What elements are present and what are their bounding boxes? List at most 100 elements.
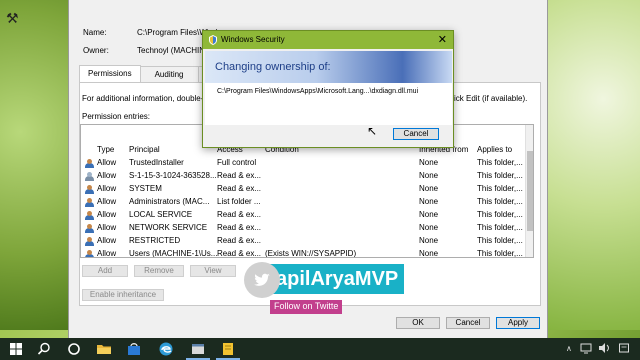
apply-button[interactable]: Apply xyxy=(496,317,540,329)
row-inherited: None xyxy=(419,210,439,219)
tray-chevron-icon[interactable]: ∧ xyxy=(566,344,572,353)
row-inherited: None xyxy=(419,184,439,193)
twitter-watermark: apilAryaMVP xyxy=(244,262,462,298)
table-row[interactable]: Allow Users (MACHINE-1\Us... Read & ex..… xyxy=(81,248,527,258)
table-row[interactable]: Allow TrustedInstaller Full control None… xyxy=(81,157,527,170)
table-row[interactable]: Allow SYSTEM Read & ex... None This fold… xyxy=(81,183,527,196)
row-inherited: None xyxy=(419,223,439,232)
add-button[interactable]: Add xyxy=(82,265,128,277)
tab-permissions[interactable]: Permissions xyxy=(79,65,141,82)
user-group-icon xyxy=(85,250,95,257)
row-access: Read & ex... xyxy=(217,223,262,232)
store-icon[interactable] xyxy=(126,341,142,357)
volume-icon[interactable] xyxy=(598,342,610,354)
column-principal[interactable]: Principal xyxy=(129,145,160,154)
column-applies-to[interactable]: Applies to xyxy=(477,145,512,154)
tab-strip: Permissions Auditing E xyxy=(79,65,221,83)
row-applies: This folder,... xyxy=(477,249,523,258)
table-row[interactable]: Allow LOCAL SERVICE Read & ex... None Th… xyxy=(81,209,527,222)
row-inherited: None xyxy=(419,171,439,180)
tab-auditing[interactable]: Auditing xyxy=(139,66,199,82)
desktop-tool-icon: ⚒ xyxy=(6,10,19,26)
windows-security-dialog: Windows Security ✕ Changing ownership of… xyxy=(202,30,454,148)
dialog-cancel-button[interactable]: Cancel xyxy=(393,128,439,140)
table-row[interactable]: Allow RESTRICTED Read & ex... None This … xyxy=(81,235,527,248)
row-type: Allow xyxy=(97,249,117,258)
table-row[interactable]: Allow Administrators (MAC... List folder… xyxy=(81,196,527,209)
row-inherited: None xyxy=(419,249,439,258)
file-explorer-icon[interactable] xyxy=(96,341,112,357)
row-applies: This folder,... xyxy=(477,210,523,219)
table-row[interactable]: Allow S-1-15-3-1024-363528... Read & ex.… xyxy=(81,170,527,183)
watermark-name: apilAryaMVP xyxy=(270,264,405,294)
user-group-icon xyxy=(85,159,95,168)
windows-start-icon[interactable] xyxy=(8,341,24,357)
table-row[interactable]: Allow NETWORK SERVICE Read & ex... None … xyxy=(81,222,527,235)
row-inherited: None xyxy=(419,236,439,245)
cancel-button[interactable]: Cancel xyxy=(446,317,490,329)
row-principal: NETWORK SERVICE xyxy=(129,223,208,232)
row-type: Allow xyxy=(97,184,117,193)
user-group-icon xyxy=(85,198,95,207)
dialog-heading: Changing ownership of: xyxy=(215,61,331,73)
watermark-follow-text: Follow on Twitte xyxy=(270,300,343,314)
dialog-file-path: C:\Program Files\WindowsApps\Microsoft.L… xyxy=(217,88,419,95)
mouse-pointer-icon: ↖ xyxy=(367,124,378,138)
close-icon[interactable]: ✕ xyxy=(438,33,447,46)
row-access: List folder ... xyxy=(217,197,261,206)
row-access: Read & ex... xyxy=(217,236,262,245)
row-principal: RESTRICTED xyxy=(129,236,181,245)
row-condition: (Exists WIN://SYSAPPID) xyxy=(265,249,357,258)
row-applies: This folder,... xyxy=(477,223,523,232)
row-access: Read & ex... xyxy=(217,171,262,180)
info-text: For additional information, double-c xyxy=(82,94,208,103)
row-type: Allow xyxy=(97,236,117,245)
name-label: Name: xyxy=(83,28,107,37)
notes-app-icon[interactable] xyxy=(220,341,236,357)
row-applies: This folder,... xyxy=(477,236,523,245)
edge-icon[interactable] xyxy=(158,341,174,357)
user-group-icon xyxy=(85,185,95,194)
row-applies: This folder,... xyxy=(477,158,523,167)
row-applies: This folder,... xyxy=(477,184,523,193)
info-text-right: ick Edit (if available). xyxy=(454,94,528,103)
row-principal: Administrators (MAC... xyxy=(129,197,210,206)
remove-button[interactable]: Remove xyxy=(134,265,184,277)
desktop-background-left xyxy=(0,0,68,330)
row-type: Allow xyxy=(97,158,117,167)
row-applies: This folder,... xyxy=(477,197,523,206)
ok-button[interactable]: OK xyxy=(396,317,440,329)
desktop-background-right xyxy=(548,0,640,330)
row-inherited: None xyxy=(419,197,439,206)
dialog-titlebar[interactable]: Windows Security ✕ xyxy=(203,31,453,49)
app-window-icon[interactable] xyxy=(190,341,206,357)
row-type: Allow xyxy=(97,223,117,232)
row-principal: Users (MACHINE-1\Us... xyxy=(129,249,218,258)
enable-inheritance-button[interactable]: Enable inheritance xyxy=(82,289,164,301)
notification-icon[interactable] xyxy=(618,342,630,354)
user-group-icon xyxy=(85,237,95,246)
row-access: Full control xyxy=(217,158,257,167)
row-access: Read & ex... xyxy=(217,210,262,219)
row-inherited: None xyxy=(419,158,439,167)
cortana-icon[interactable] xyxy=(66,341,82,357)
owner-value: Technoyl (MACHINE xyxy=(137,46,211,55)
user-group-icon xyxy=(85,224,95,233)
network-icon[interactable] xyxy=(580,342,592,354)
view-button[interactable]: View xyxy=(190,265,236,277)
row-type: Allow xyxy=(97,171,117,180)
dialog-title: Windows Security xyxy=(221,35,285,44)
row-access: Read & ex... xyxy=(217,249,262,258)
column-type[interactable]: Type xyxy=(97,145,114,154)
row-access: Read & ex... xyxy=(217,184,262,193)
owner-label: Owner: xyxy=(83,46,109,55)
scrollbar-thumb[interactable] xyxy=(527,151,533,231)
row-type: Allow xyxy=(97,210,117,219)
row-applies: This folder,... xyxy=(477,171,523,180)
search-icon[interactable] xyxy=(36,341,52,357)
row-principal: S-1-15-3-1024-363528... xyxy=(129,171,217,180)
table-scrollbar[interactable] xyxy=(525,125,533,257)
user-group-icon xyxy=(85,211,95,220)
twitter-bird-icon xyxy=(254,273,270,286)
package-sid-icon xyxy=(85,172,95,181)
